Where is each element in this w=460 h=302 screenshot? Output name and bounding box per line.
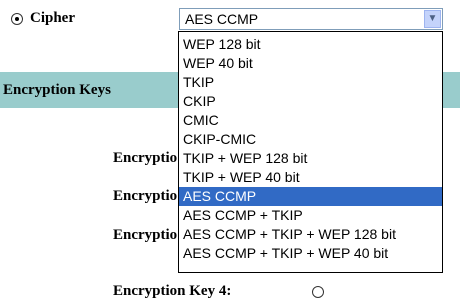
cipher-select-value: AES CCMP	[185, 11, 259, 27]
cipher-label: Cipher	[30, 10, 75, 26]
encryption-key-3-label: Encryptio	[113, 227, 178, 243]
encryption-key-1-label: Encryptio	[113, 150, 178, 166]
option-tkip-wep-40[interactable]: TKIP + WEP 40 bit	[179, 168, 442, 187]
section-title: Encryption Keys	[3, 82, 111, 98]
encryption-key-4-radio[interactable]	[312, 286, 324, 298]
option-aes-ccmp-tkip-wep-40[interactable]: AES CCMP + TKIP + WEP 40 bit	[179, 244, 442, 263]
option-cmic[interactable]: CMIC	[179, 111, 442, 130]
option-wep-128[interactable]: WEP 128 bit	[179, 35, 442, 54]
encryption-key-2-label: Encryptio	[113, 188, 178, 204]
option-aes-ccmp-tkip-wep-128[interactable]: AES CCMP + TKIP + WEP 128 bit	[179, 225, 442, 244]
option-aes-ccmp-tkip[interactable]: AES CCMP + TKIP	[179, 206, 442, 225]
chevron-down-icon[interactable]: ▼	[424, 10, 441, 28]
option-ckip-cmic[interactable]: CKIP-CMIC	[179, 130, 442, 149]
option-wep-40[interactable]: WEP 40 bit	[179, 54, 442, 73]
option-ckip[interactable]: CKIP	[179, 92, 442, 111]
cipher-radio[interactable]	[11, 13, 23, 25]
encryption-key-4-label: Encryption Key 4:	[113, 283, 232, 299]
cipher-dropdown-list[interactable]: WEP 128 bit WEP 40 bit TKIP CKIP CMIC CK…	[178, 31, 443, 273]
option-aes-ccmp[interactable]: AES CCMP	[179, 187, 442, 206]
cipher-select[interactable]: AES CCMP ▼	[179, 8, 443, 30]
option-tkip-wep-128[interactable]: TKIP + WEP 128 bit	[179, 149, 442, 168]
option-tkip[interactable]: TKIP	[179, 73, 442, 92]
